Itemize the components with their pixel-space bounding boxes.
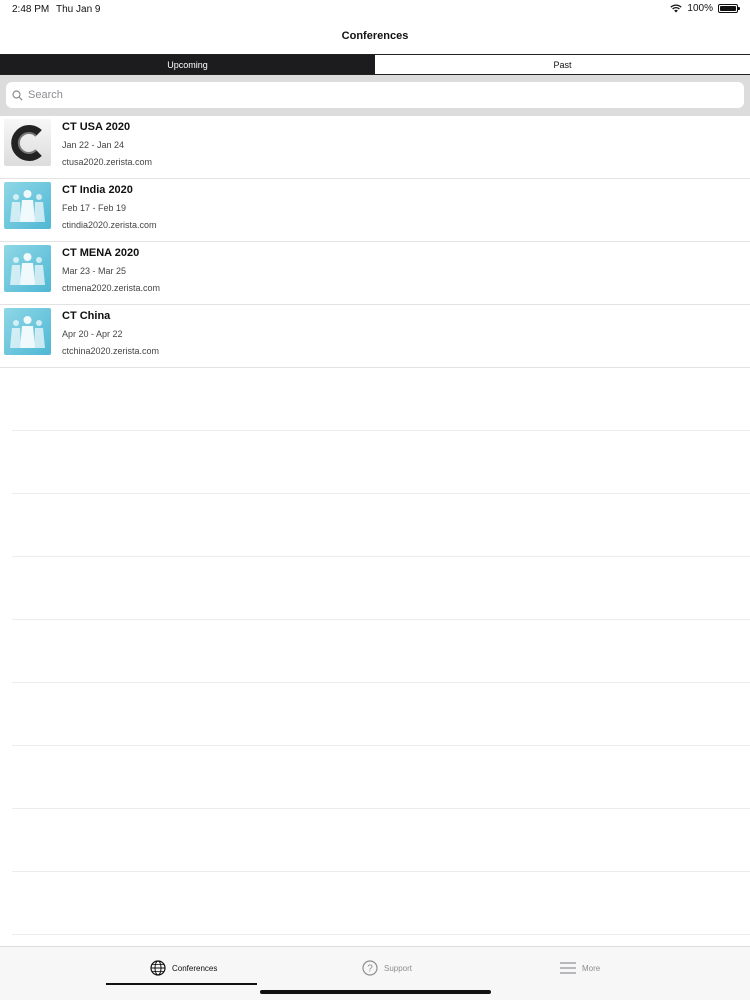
tab-conferences[interactable]: Conferences: [150, 957, 217, 979]
conference-title: CT India 2020: [62, 184, 133, 196]
conference-title: CT USA 2020: [62, 121, 131, 133]
list-item[interactable]: CT India 2020 Feb 17 - Feb 19 ctindia202…: [0, 179, 750, 242]
list-item[interactable]: CT MENA 2020 Mar 23 - Mar 25 ctmena2020.…: [0, 242, 750, 305]
list-item[interactable]: CT China Apr 20 - Apr 22 ctchina2020.zer…: [0, 305, 750, 368]
tab-more[interactable]: More: [560, 957, 600, 979]
status-date: Thu Jan 9: [56, 4, 101, 15]
row-divider: [12, 934, 750, 935]
people-group-icon: [4, 182, 51, 229]
battery-percent: 100%: [687, 3, 713, 14]
conference-url: ctindia2020.zerista.com: [62, 220, 157, 230]
tab-support[interactable]: ? Support: [362, 957, 412, 979]
list-item[interactable]: CT USA 2020 Jan 22 - Jan 24 ctusa2020.ze…: [0, 116, 750, 179]
segment-past[interactable]: Past: [375, 55, 750, 74]
search-input[interactable]: [28, 89, 687, 101]
search-field[interactable]: [6, 82, 744, 108]
home-indicator[interactable]: [260, 990, 491, 994]
people-group-icon: [4, 308, 51, 355]
c-logo-icon: [4, 119, 51, 166]
row-divider: [12, 493, 750, 494]
conference-dates: Apr 20 - Apr 22: [62, 329, 123, 339]
menu-lines-icon: [560, 962, 576, 974]
row-divider: [12, 430, 750, 431]
search-icon: [12, 89, 23, 101]
conference-url: ctmena2020.zerista.com: [62, 283, 161, 293]
tab-label: More: [582, 963, 601, 973]
wifi-icon: [670, 4, 683, 13]
row-divider: [12, 871, 750, 872]
status-indicators: 100%: [670, 3, 740, 14]
status-time: 2:48 PM: [12, 4, 50, 15]
globe-icon: [150, 960, 166, 976]
conference-dates: Feb 17 - Feb 19: [62, 203, 127, 213]
row-divider: [12, 556, 750, 557]
question-circle-icon: ?: [362, 960, 378, 976]
row-divider: [12, 808, 750, 809]
conference-dates: Jan 22 - Jan 24: [62, 140, 125, 150]
segment-upcoming[interactable]: Upcoming: [0, 55, 375, 74]
search-bar: [0, 75, 750, 116]
status-bar: 2:48 PM Thu Jan 9 100%: [0, 0, 750, 20]
segmented-control: Upcoming Past: [0, 54, 750, 75]
row-divider: [12, 745, 750, 746]
active-tab-indicator: [106, 983, 257, 985]
conference-title: CT MENA 2020: [62, 247, 140, 259]
row-divider: [12, 619, 750, 620]
conference-title: CT China: [62, 310, 111, 322]
tab-bar: Conferences ? Support More: [0, 946, 750, 1000]
tab-label: Support: [384, 963, 413, 973]
svg-text:?: ?: [367, 964, 373, 975]
people-group-icon: [4, 245, 51, 292]
conference-dates: Mar 23 - Mar 25: [62, 266, 127, 276]
conference-url: ctusa2020.zerista.com: [62, 157, 153, 167]
page-title: Conferences: [341, 30, 409, 42]
conference-url: ctchina2020.zerista.com: [62, 346, 160, 356]
battery-icon: [718, 4, 740, 13]
tab-label: Conferences: [172, 963, 218, 973]
conference-list: CT USA 2020 Jan 22 - Jan 24 ctusa2020.ze…: [0, 116, 750, 368]
row-divider: [12, 682, 750, 683]
